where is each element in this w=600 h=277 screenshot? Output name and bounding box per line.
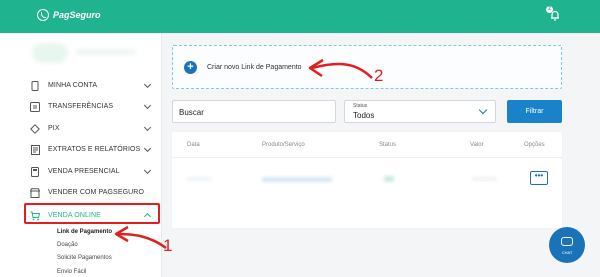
sidebar-item-extratos[interactable]: EXTRATOS E RELATÓRIOS — [30, 139, 158, 160]
chevron-down-icon — [143, 123, 152, 132]
create-payment-link-box[interactable]: + Criar novo Link de Pagamento — [172, 45, 562, 89]
sidebar-item-minha-conta[interactable]: MINHA CONTA — [30, 75, 158, 96]
column-header-data: Data — [187, 142, 200, 148]
receipt-icon — [30, 144, 40, 155]
row-options-button[interactable]: ••• — [530, 171, 548, 185]
store-icon — [30, 187, 40, 198]
chat-label: CHAT — [561, 250, 573, 255]
top-bar: PagSeguro 2 — [0, 0, 600, 33]
sidebar: MINHA CONTA TRANSFERÊNCIAS PIX EXTRATOS … — [0, 33, 162, 277]
chevron-down-icon — [143, 101, 152, 110]
subitem-envio-facil[interactable]: Envio Fácil — [57, 269, 86, 275]
subitem-doacao[interactable]: Doação — [57, 242, 78, 248]
sidebar-item-label: EXTRATOS E RELATÓRIOS — [48, 146, 141, 153]
row-product-blurred[interactable] — [262, 177, 332, 182]
annotation-highlight-box — [24, 203, 160, 224]
sidebar-item-label: MINHA CONTA — [48, 82, 98, 89]
subitem-link-de-pagamento[interactable]: Link de Pagamento — [57, 229, 112, 235]
logo-text: PagSeguro — [53, 10, 101, 20]
sidebar-item-transferencias[interactable]: TRANSFERÊNCIAS — [30, 96, 158, 117]
column-header-valor: Valor — [470, 142, 484, 148]
sidebar-item-label: PIX — [48, 125, 60, 132]
filter-button[interactable]: Filtrar — [507, 100, 562, 123]
notification-badge: 2 — [546, 6, 553, 13]
chevron-down-icon — [143, 166, 152, 175]
create-payment-link-label: Criar novo Link de Pagamento — [207, 64, 302, 71]
sidebar-item-venda-presencial[interactable]: VENDA PRESENCIAL — [30, 161, 158, 182]
search-input[interactable]: Buscar — [172, 100, 336, 123]
header-divider — [172, 157, 562, 158]
notifications-button[interactable]: 2 — [546, 6, 562, 22]
logo-icon — [37, 9, 49, 21]
column-header-produto: Produto/Serviço — [262, 142, 305, 148]
annotation-number-2: 2 — [374, 66, 384, 85]
phone-icon — [30, 80, 40, 91]
plus-icon: + — [184, 61, 197, 74]
transfer-icon — [30, 101, 40, 112]
sidebar-item-vender-com-pagseguro[interactable]: VENDER COM PAGSEGURO — [30, 182, 158, 203]
status-select[interactable]: Status Todos — [344, 100, 496, 123]
pix-icon — [30, 123, 40, 134]
sidebar-item-pix[interactable]: PIX — [30, 118, 158, 139]
chat-icon — [561, 237, 573, 246]
row-value-blurred — [472, 177, 497, 181]
chevron-down-icon — [143, 80, 152, 89]
sidebar-item-label: VENDA PRESENCIAL — [48, 168, 120, 175]
annotation-number-1: 1 — [163, 236, 173, 255]
account-name — [76, 49, 136, 55]
pagseguro-logo[interactable]: PagSeguro — [37, 9, 101, 21]
chevron-down-icon — [143, 144, 152, 153]
status-value: Todos — [353, 111, 375, 120]
sidebar-item-label: VENDER COM PAGSEGURO — [48, 189, 144, 196]
account-avatar — [32, 43, 68, 63]
sidebar-item-label: TRANSFERÊNCIAS — [48, 103, 114, 110]
subitem-solicite-pagamentos[interactable]: Solicite Pagamentos — [57, 255, 112, 261]
chevron-down-icon — [478, 105, 488, 115]
column-header-status: Status — [379, 142, 397, 148]
row-date-blurred — [187, 177, 212, 181]
pos-icon — [30, 166, 40, 177]
row-status-blurred — [384, 176, 394, 182]
column-header-opcoes: Opções — [524, 142, 545, 148]
payment-links-table: Data Produto/Serviço Status Valor Opções… — [172, 132, 562, 228]
chat-button[interactable]: CHAT — [549, 227, 585, 263]
status-caption: Status — [353, 103, 368, 109]
